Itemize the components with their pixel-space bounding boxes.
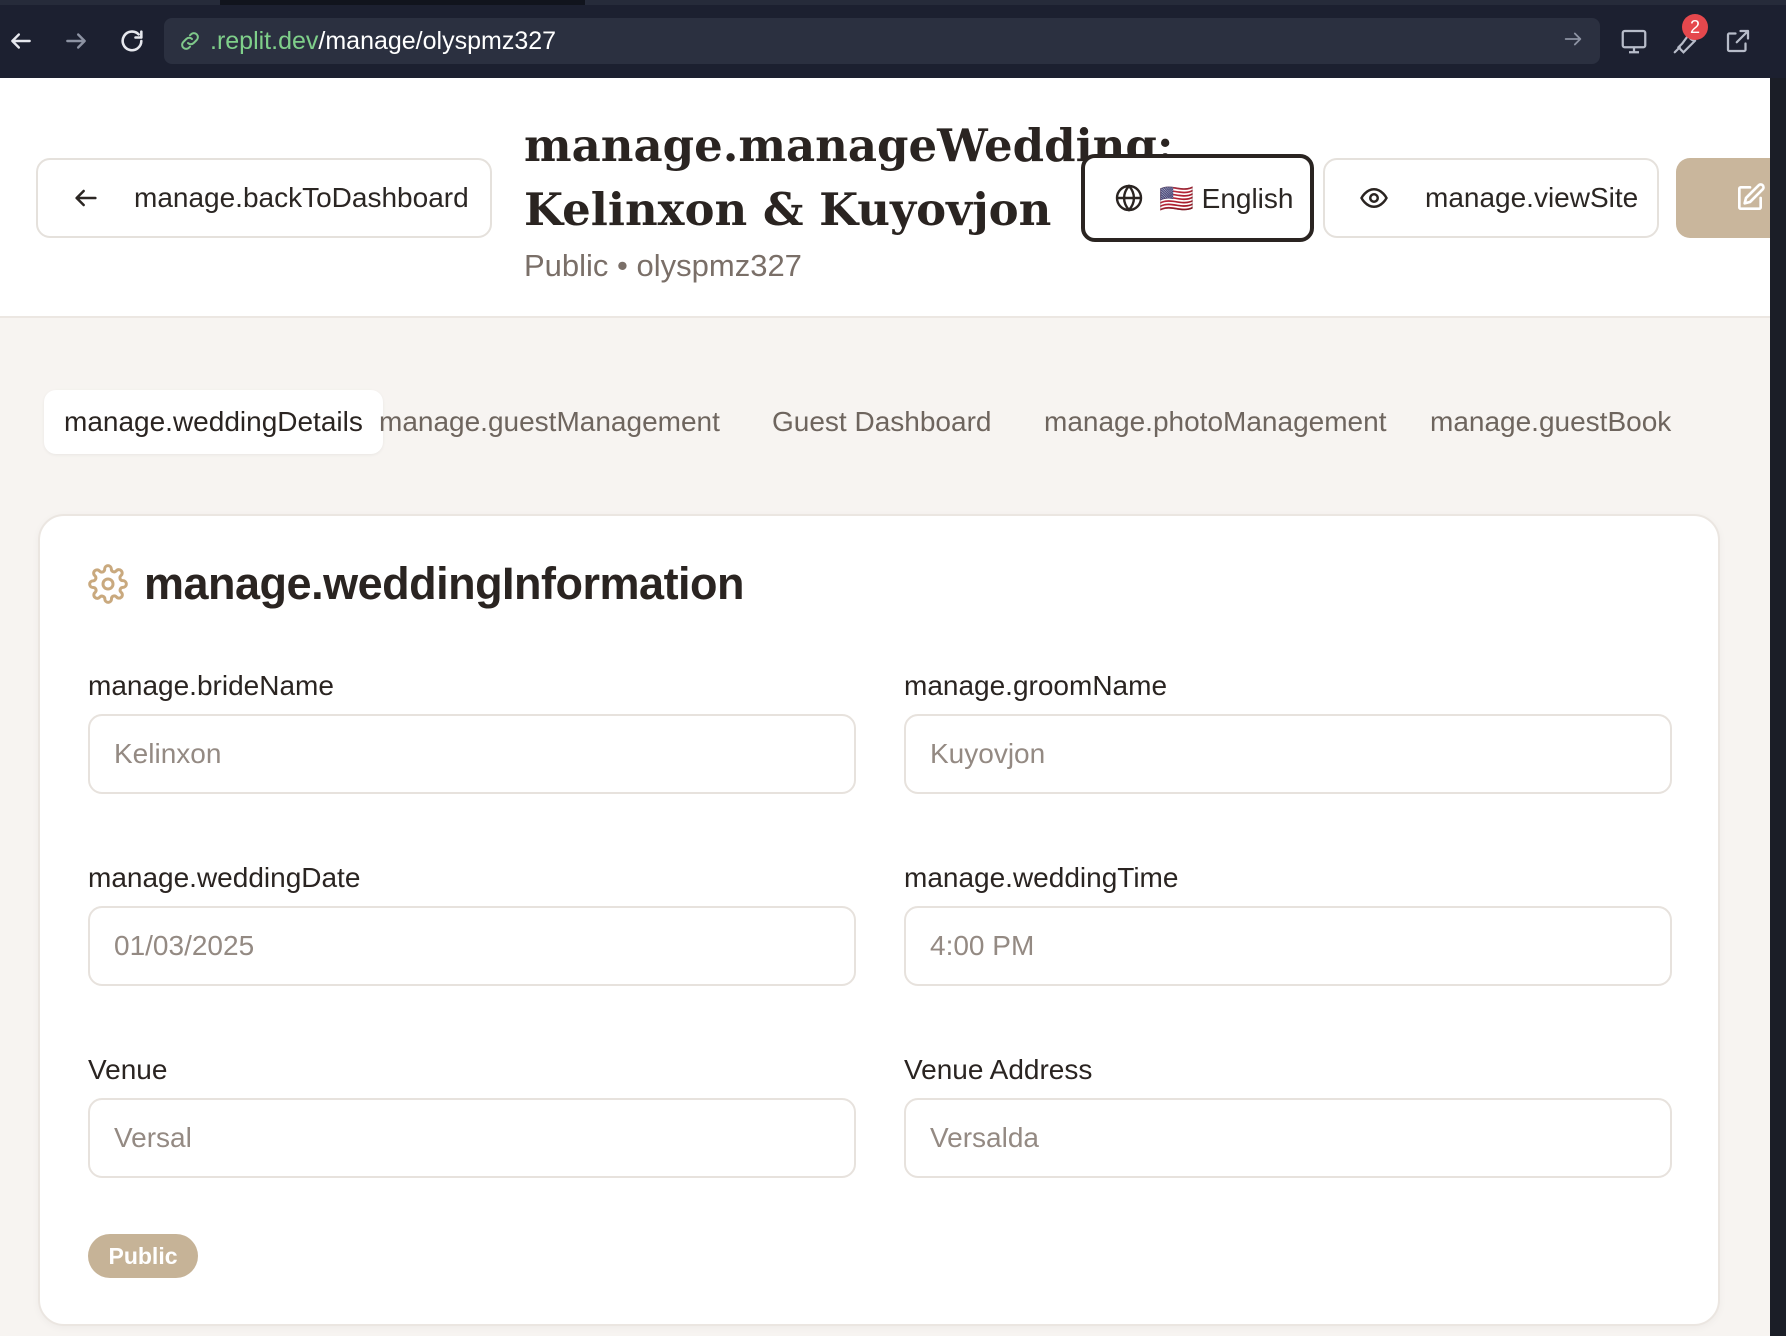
forward-arrow-icon[interactable]	[57, 22, 95, 60]
venue-input[interactable]: Versal	[88, 1098, 856, 1178]
link-icon	[178, 28, 204, 54]
wrench-icon[interactable]: 2	[1666, 14, 1708, 60]
wedding-information-card: manage.weddingInformation manage.brideNa…	[38, 514, 1720, 1326]
bride-name-label: manage.brideName	[88, 670, 334, 701]
back-arrow-icon[interactable]	[2, 22, 40, 60]
url-path: /manage/olyspmz327	[318, 26, 557, 55]
tab-guest-book[interactable]: manage.guestBook	[1430, 390, 1671, 454]
view-site-label: manage.viewSite	[1425, 182, 1639, 213]
arrow-left-icon	[72, 184, 100, 212]
browser-chrome: .replit.dev/manage/olyspmz327 2	[0, 0, 1786, 78]
page-title: manage.manageWedding: Kelinxon & Kuyovjo…	[524, 119, 1174, 236]
tab-photo-management[interactable]: manage.photoManagement	[1044, 390, 1386, 454]
view-site-button[interactable]: manage.viewSite	[1323, 158, 1659, 238]
card-header: manage.weddingInformation	[88, 558, 745, 610]
url-host: .replit.dev	[210, 26, 319, 55]
go-arrow-icon[interactable]	[1562, 28, 1584, 55]
tab-guest-management[interactable]: manage.guestManagement	[379, 390, 720, 454]
settings-gear-icon	[88, 564, 128, 604]
groom-name-label: manage.groomName	[904, 670, 1168, 701]
venue-label: Venue	[88, 1054, 168, 1085]
wedding-time-input[interactable]: 4:00 PM	[904, 906, 1672, 986]
tab-strip	[0, 0, 1786, 5]
globe-icon	[1113, 182, 1145, 214]
edit-icon	[1734, 182, 1766, 214]
back-to-dashboard-button[interactable]: manage.backToDashboard	[36, 158, 492, 238]
title-block: manage.manageWedding: Kelinxon & Kuyovjo…	[524, 114, 1174, 284]
page-header: manage.backToDashboard manage.manageWedd…	[0, 78, 1770, 318]
open-external-icon[interactable]	[1718, 22, 1758, 60]
page: manage.backToDashboard manage.manageWedd…	[0, 78, 1770, 1336]
reload-icon[interactable]	[113, 22, 151, 60]
tab-wedding-details[interactable]: manage.weddingDetails	[44, 390, 383, 454]
back-button-label: manage.backToDashboard	[134, 182, 469, 213]
wedding-date-input[interactable]: 01/03/2025	[88, 906, 856, 986]
eye-icon	[1359, 183, 1389, 213]
groom-name-input[interactable]: Kuyovjon	[904, 714, 1672, 794]
language-label: 🇺🇸 English	[1159, 182, 1294, 214]
notification-badge: 2	[1682, 14, 1708, 40]
card-title: manage.weddingInformation	[144, 558, 745, 609]
language-selector-button[interactable]: 🇺🇸 English	[1081, 154, 1314, 242]
address-bar[interactable]: .replit.dev/manage/olyspmz327	[164, 18, 1600, 64]
page-subtitle: Public • olyspmz327	[524, 248, 802, 283]
monitor-icon[interactable]	[1614, 22, 1654, 60]
tab-guest-dashboard[interactable]: Guest Dashboard	[772, 390, 991, 454]
venue-address-label: Venue Address	[904, 1054, 1093, 1085]
venue-address-input[interactable]: Versalda	[904, 1098, 1672, 1178]
edit-button[interactable]	[1676, 158, 1770, 238]
page-scrollbar[interactable]	[1770, 78, 1786, 1336]
status-badge: Public	[88, 1234, 198, 1278]
bride-name-input[interactable]: Kelinxon	[88, 714, 856, 794]
url-text: .replit.dev/manage/olyspmz327	[210, 27, 556, 56]
active-browser-tab[interactable]	[220, 0, 585, 5]
wedding-time-label: manage.weddingTime	[904, 862, 1179, 893]
wedding-date-label: manage.weddingDate	[88, 862, 361, 893]
